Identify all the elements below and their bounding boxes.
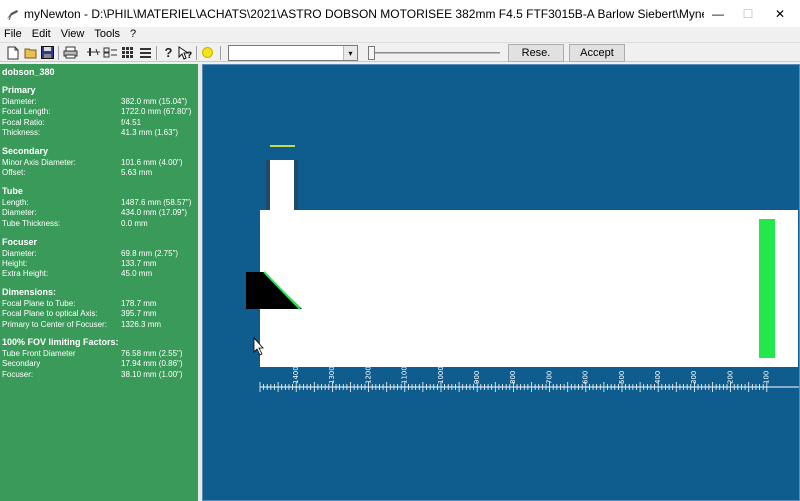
fov-focuser-label: Focuser: bbox=[2, 370, 34, 379]
ruler-label: 1400 bbox=[292, 366, 300, 384]
primary-to-focuser-label: Primary to Center of Focuser: bbox=[2, 320, 107, 329]
ruler-label: 1100 bbox=[401, 366, 409, 384]
zoom-slider-thumb[interactable] bbox=[368, 46, 375, 60]
optics-icon[interactable] bbox=[86, 45, 101, 60]
menu-file[interactable]: File bbox=[0, 27, 28, 41]
ruler-label: 300 bbox=[690, 371, 698, 384]
grid-icon[interactable] bbox=[120, 45, 135, 60]
primary-thickness-label: Thickness: bbox=[2, 128, 41, 137]
tube-length-label: Length: bbox=[2, 198, 29, 207]
ruler-label: 100 bbox=[763, 371, 771, 384]
ruler-label: 1300 bbox=[328, 366, 336, 384]
primary-mirror bbox=[759, 219, 775, 358]
fov-secondary-label: Secondary bbox=[2, 359, 41, 368]
ruler-label: 500 bbox=[618, 371, 626, 384]
info-panel: dobson_380 Primary Diameter: 382.0 mm (1… bbox=[0, 64, 198, 501]
focuser-height-label: Height: bbox=[2, 259, 28, 268]
fov-tube-front-value: 76.58 mm (2.55") bbox=[121, 349, 183, 358]
layout-icon[interactable] bbox=[103, 45, 118, 60]
light-bulb-icon[interactable] bbox=[200, 45, 215, 60]
menu-view[interactable]: View bbox=[57, 27, 91, 41]
section-primary-header: Primary bbox=[2, 85, 36, 95]
secondary-minor-axis-label: Minor Axis Diameter: bbox=[2, 158, 76, 167]
toolbar: ? ? ▾ Rese. Accept bbox=[0, 42, 800, 62]
section-focuser-header: Focuser bbox=[2, 237, 38, 247]
section-tube-header: Tube bbox=[2, 186, 23, 196]
ruler-label: 200 bbox=[726, 371, 734, 384]
focal-plane-to-tube-value: 178.7 mm bbox=[121, 299, 157, 308]
context-help-icon[interactable]: ? bbox=[178, 45, 193, 60]
tube-body bbox=[260, 210, 798, 367]
ruler-label: 1200 bbox=[364, 366, 372, 384]
close-button[interactable]: ✕ bbox=[765, 0, 795, 27]
ruler-label: 400 bbox=[654, 371, 662, 384]
tube-diameter-value: 434.0 mm (17.09") bbox=[121, 208, 187, 217]
reset-button[interactable]: Rese. bbox=[508, 44, 564, 62]
focuser-diameter-label: Diameter: bbox=[2, 249, 37, 258]
new-file-icon[interactable] bbox=[5, 45, 20, 60]
tube-thickness-value: 0.0 mm bbox=[121, 219, 148, 228]
menu-tools[interactable]: Tools bbox=[90, 27, 126, 41]
section-fov-header: 100% FOV limiting Factors: bbox=[2, 337, 119, 347]
zoom-slider-track[interactable] bbox=[372, 52, 500, 54]
maximize-button[interactable]: ☐ bbox=[733, 0, 763, 27]
ruler-label: 1000 bbox=[437, 366, 445, 384]
primary-to-focuser-value: 1326.3 mm bbox=[121, 320, 162, 329]
minimize-button[interactable]: — bbox=[703, 0, 733, 27]
focuser-height-value: 133.7 mm bbox=[121, 259, 157, 268]
list-icon[interactable] bbox=[138, 45, 153, 60]
ruler-label: 600 bbox=[582, 371, 590, 384]
menu-bar: File Edit View Tools ? bbox=[0, 27, 800, 41]
telescope-icon[interactable] bbox=[4, 6, 20, 22]
ruler-label: 900 bbox=[473, 371, 481, 384]
ruler-labels: 1400 1300 1200 1100 1000 900 800 700 600 500 400 30… bbox=[292, 366, 800, 384]
secondary-offset-value: 5.63 mm bbox=[121, 168, 153, 177]
focal-plane-to-axis-label: Focal Plane to optical Axis: bbox=[2, 309, 98, 318]
title-bar: myNewton - D:\PHIL\MATERIEL\ACHATS\2021\… bbox=[0, 0, 800, 27]
focuser-extra-height-value: 45.0 mm bbox=[121, 269, 153, 278]
tube-length-value: 1487.6 mm (58.57") bbox=[121, 198, 192, 207]
primary-focal-length-value: 1722.0 mm (67.80") bbox=[121, 107, 192, 116]
focuser-extra-height-label: Extra Height: bbox=[2, 269, 49, 278]
window-title: myNewton - D:\PHIL\MATERIEL\ACHATS\2021\… bbox=[24, 6, 704, 21]
help-icon[interactable]: ? bbox=[161, 45, 176, 60]
toolbar-separator bbox=[220, 46, 221, 60]
primary-focal-ratio-value: f/4.51 bbox=[121, 118, 142, 127]
fov-tube-front-label: Tube Front Diameter bbox=[2, 349, 76, 358]
toolbar-separator bbox=[58, 46, 59, 60]
ruler-label: 700 bbox=[545, 371, 553, 384]
section-secondary-header: Secondary bbox=[2, 146, 49, 156]
primary-diameter-value: 382.0 mm (15.04") bbox=[121, 97, 187, 106]
view-select[interactable]: ▾ bbox=[228, 45, 358, 61]
fov-focuser-value: 38.10 mm (1.00") bbox=[121, 370, 183, 379]
focuser-body bbox=[270, 160, 294, 215]
telescope-drawing-canvas[interactable]: 1400 1300 1200 1100 1000 900 800 700 600 500 400 30… bbox=[202, 64, 800, 501]
primary-diameter-label: Diameter: bbox=[2, 97, 37, 106]
ruler-label: 800 bbox=[509, 371, 517, 384]
menu-help[interactable]: ? bbox=[126, 27, 142, 41]
fov-secondary-value: 17.94 mm (0.86") bbox=[121, 359, 183, 368]
chevron-down-icon[interactable]: ▾ bbox=[343, 46, 357, 60]
primary-thickness-value: 41.3 mm (1.63") bbox=[121, 128, 179, 137]
tube-thickness-label: Tube Thickness: bbox=[2, 219, 61, 228]
accept-button[interactable]: Accept bbox=[569, 44, 625, 62]
focuser-diameter-value: 69.8 mm (2.75") bbox=[121, 249, 179, 258]
primary-focal-length-label: Focal Length: bbox=[2, 107, 51, 116]
toolbar-separator bbox=[156, 46, 157, 60]
save-icon[interactable] bbox=[40, 45, 55, 60]
secondary-minor-axis-value: 101.6 mm (4.00") bbox=[121, 158, 183, 167]
svg-text:?: ? bbox=[187, 51, 192, 60]
section-dimensions-header: Dimensions: bbox=[2, 287, 57, 297]
app-window: myNewton - D:\PHIL\MATERIEL\ACHATS\2021\… bbox=[0, 0, 800, 501]
focal-plane-to-axis-value: 395.7 mm bbox=[121, 309, 157, 318]
design-name: dobson_380 bbox=[2, 67, 55, 77]
toolbar-separator bbox=[196, 46, 197, 60]
primary-focal-ratio-label: Focal Ratio: bbox=[2, 118, 45, 127]
focal-plane-to-tube-label: Focal Plane to Tube: bbox=[2, 299, 76, 308]
menu-edit[interactable]: Edit bbox=[28, 27, 57, 41]
open-folder-icon[interactable] bbox=[23, 45, 38, 60]
print-icon[interactable] bbox=[63, 45, 78, 60]
tube-diameter-label: Diameter: bbox=[2, 208, 37, 217]
secondary-offset-label: Offset: bbox=[2, 168, 26, 177]
